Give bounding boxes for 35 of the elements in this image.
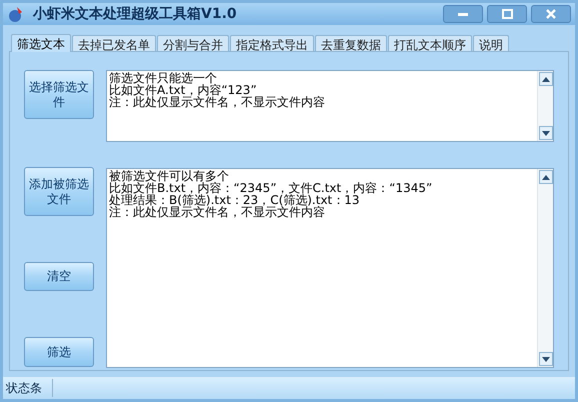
minimize-icon xyxy=(458,12,468,16)
scrollbar[interactable] xyxy=(537,169,553,367)
text-line: 注：此处仅显示文件名，不显示文件内容 xyxy=(109,96,325,108)
action-button[interactable]: 清空 xyxy=(24,262,94,291)
action-button[interactable]: 筛选 xyxy=(24,337,94,367)
text-line: 筛选文件只能选一个 xyxy=(109,72,217,84)
maximize-icon xyxy=(502,9,512,19)
status-text: 状态条 xyxy=(3,379,53,397)
tab[interactable]: 分割与合并 xyxy=(157,35,229,51)
tab[interactable]: 指定格式导出 xyxy=(230,35,314,51)
text-line: 被筛选文件可以有多个 xyxy=(109,170,229,182)
scroll-down-icon[interactable] xyxy=(539,126,553,140)
minimize-button[interactable] xyxy=(443,5,483,23)
tab[interactable]: 去重复数据 xyxy=(315,35,387,51)
action-button[interactable]: 选择筛选文件 xyxy=(24,70,94,119)
scroll-up-icon[interactable] xyxy=(539,72,553,86)
close-button[interactable] xyxy=(531,5,571,23)
text-line: 比如文件A.txt，内容“123” xyxy=(109,84,257,96)
maximize-button[interactable] xyxy=(487,5,527,23)
window-title: 小虾米文本处理超级工具箱V1.0 xyxy=(33,4,238,24)
text-box[interactable]: 被筛选文件可以有多个 比如文件B.txt，内容：“2345”，文件C.txt，内容：“1345” 处理结果：B(筛选).txt：23，C(筛选).txt：13 注：此处仅显示文件名，不显示文件内容 xyxy=(106,168,554,368)
app-icon xyxy=(7,5,25,23)
scrollbar[interactable] xyxy=(537,71,553,141)
tab[interactable]: 打乱文本顺序 xyxy=(388,35,472,51)
text-line: 处理结果：B(筛选).txt：23，C(筛选).txt：13 xyxy=(109,194,360,206)
text-line: 比如文件B.txt，内容：“2345”，文件C.txt，内容：“1345” xyxy=(109,182,432,194)
tab[interactable]: 去掉已发名单 xyxy=(72,35,156,51)
text-box[interactable]: 筛选文件只能选一个 比如文件A.txt，内容“123” 注：此处仅显示文件名，不显示文件内容 xyxy=(106,70,554,142)
tab[interactable]: 说明 xyxy=(473,35,509,51)
close-icon xyxy=(546,9,556,19)
text-line: 注：此处仅显示文件名，不显示文件内容 xyxy=(109,206,325,218)
scroll-down-icon[interactable] xyxy=(539,352,553,366)
action-button[interactable]: 添加被筛选文件 xyxy=(24,167,94,216)
scroll-up-icon[interactable] xyxy=(539,170,553,184)
tab[interactable]: 筛选文本 xyxy=(11,34,71,52)
